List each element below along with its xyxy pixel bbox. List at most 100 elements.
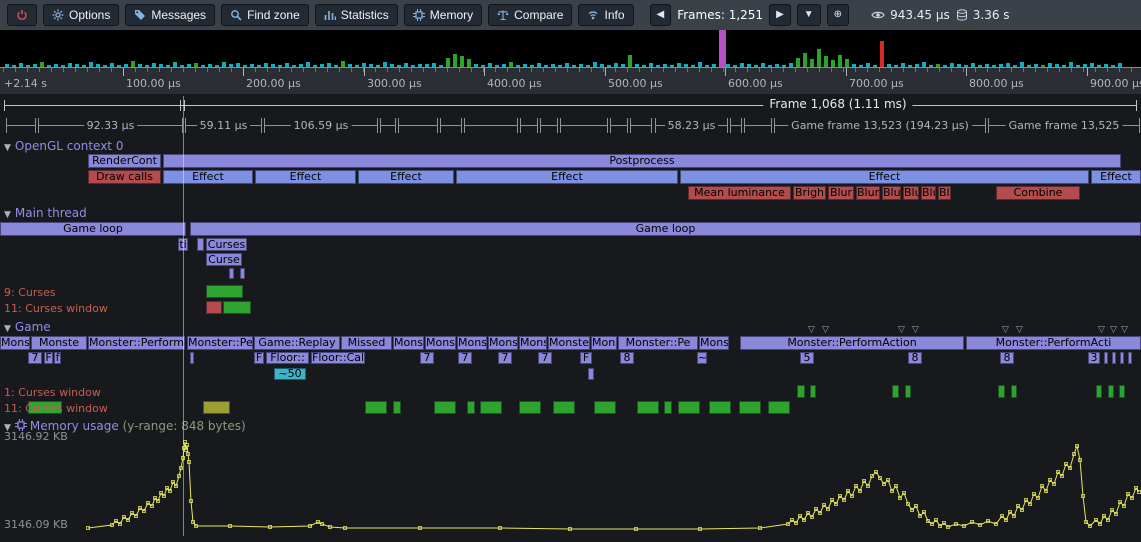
frame-time-histogram[interactable]: [0, 30, 1141, 68]
zone-bar[interactable]: 8: [620, 352, 634, 364]
subframe-segment[interactable]: 59.11 µs: [185, 118, 262, 133]
subframe-segment[interactable]: [398, 118, 438, 133]
zone-bar[interactable]: Monster::PerformA: [88, 336, 185, 350]
subframe-segment[interactable]: [540, 118, 558, 133]
toolbar-button-messages[interactable]: Messages: [125, 4, 215, 26]
zone-bar[interactable]: Curse: [206, 253, 242, 266]
subframe-segment[interactable]: [380, 118, 396, 133]
zone-bar[interactable]: Monst: [519, 336, 547, 350]
zone-bar[interactable]: 7: [28, 352, 42, 364]
zone-bar[interactable]: Monster::Pe: [187, 336, 253, 350]
zone-bar[interactable]: Blur: [882, 186, 901, 200]
zone-bar[interactable]: Mons: [699, 336, 729, 350]
subframe-segment[interactable]: [520, 118, 538, 133]
zone-bar[interactable]: Missed: [341, 336, 392, 350]
toolbar-button-focus-frame[interactable]: ⊕: [827, 4, 849, 26]
zone-bar[interactable]: Mons: [591, 336, 617, 350]
zone-bar[interactable]: [393, 401, 401, 414]
zone-bar[interactable]: Monste: [548, 336, 590, 350]
zone-bar[interactable]: Effect: [1091, 170, 1141, 184]
zone-bar[interactable]: [709, 401, 731, 414]
zone-bar[interactable]: [892, 385, 899, 398]
zone-bar[interactable]: [998, 385, 1005, 398]
zone-bar[interactable]: [594, 401, 616, 414]
zone-bar[interactable]: [553, 401, 575, 414]
zone-bar[interactable]: 8: [908, 352, 922, 364]
zone-bar[interactable]: [206, 285, 243, 298]
subframe-segment[interactable]: [6, 118, 36, 133]
zone-bar[interactable]: F: [44, 352, 53, 364]
zone-bar[interactable]: Monste: [31, 336, 87, 350]
subframe-segment[interactable]: 92.33 µs: [38, 118, 183, 133]
zone-bar[interactable]: [768, 401, 790, 414]
zone-bar[interactable]: Blur: [938, 186, 951, 200]
zone-bar[interactable]: 7: [538, 352, 552, 364]
zone-bar[interactable]: [365, 401, 387, 414]
zone-bar[interactable]: [1112, 352, 1116, 364]
zone-bar[interactable]: 7: [420, 352, 434, 364]
zone-bar[interactable]: Effect: [255, 170, 356, 184]
zone-bar[interactable]: [637, 401, 659, 414]
zone-bar[interactable]: Blur: [828, 186, 854, 200]
memory-usage-plot[interactable]: [0, 436, 1141, 536]
zone-bar[interactable]: Blur: [921, 186, 936, 200]
frame-band[interactable]: Frame 1,068 (1.11 ms): [0, 97, 1141, 114]
subframe-segment[interactable]: [610, 118, 628, 133]
subframe-segment[interactable]: [730, 118, 742, 133]
zone-bar[interactable]: [519, 401, 541, 414]
zone-bar[interactable]: Monster::PerformAction: [740, 336, 964, 350]
zone-bar[interactable]: [480, 401, 502, 414]
zone-bar[interactable]: RenderCont: [88, 154, 161, 168]
zone-bar[interactable]: Draw calls: [88, 170, 161, 184]
zone-bar[interactable]: [434, 401, 456, 414]
zone-bar[interactable]: ~: [697, 352, 707, 364]
zone-bar[interactable]: F: [254, 352, 264, 364]
zone-bar[interactable]: [203, 401, 230, 414]
toolbar-button-statistics[interactable]: Statistics: [315, 4, 398, 26]
toolbar-button-find-zone[interactable]: Find zone: [221, 4, 309, 26]
zone-bar[interactable]: Blur: [903, 186, 919, 200]
section-header-opengl-context-0[interactable]: ▼OpenGL context 0: [4, 139, 123, 153]
toolbar-button-info[interactable]: Info: [578, 4, 633, 26]
zone-bar[interactable]: [206, 301, 222, 314]
toolbar-button-frame-list-dropdown[interactable]: ▼: [797, 4, 821, 26]
toolbar-button-options[interactable]: Options: [43, 4, 119, 26]
zone-bar[interactable]: f: [54, 352, 61, 364]
subframe-segment[interactable]: 58.23 µs: [655, 118, 728, 133]
zone-bar[interactable]: Effect: [358, 170, 454, 184]
zone-bar[interactable]: 5: [800, 352, 814, 364]
subframe-segment[interactable]: [560, 118, 608, 133]
zone-bar[interactable]: Monst: [425, 336, 456, 350]
toolbar-button-memory[interactable]: Memory: [404, 4, 482, 26]
zone-bar[interactable]: Monst: [457, 336, 487, 350]
zone-bar[interactable]: Monst: [488, 336, 518, 350]
zone-bar[interactable]: [240, 268, 245, 279]
zone-bar[interactable]: [678, 401, 700, 414]
zone-bar[interactable]: Game::Replay: [254, 336, 340, 350]
zone-bar[interactable]: 8: [1000, 352, 1014, 364]
zone-bar[interactable]: Floor::Calc: [311, 352, 365, 364]
subframe-segment[interactable]: [744, 118, 772, 133]
zone-bar[interactable]: 7: [458, 352, 472, 364]
zone-bar[interactable]: Monst: [393, 336, 424, 350]
subframe-segment[interactable]: 106.59 µs: [264, 118, 378, 133]
zone-bar[interactable]: Monster::Pe: [618, 336, 698, 350]
subframe-segment[interactable]: [440, 118, 462, 133]
zone-bar[interactable]: [467, 401, 475, 414]
zone-bar[interactable]: [1104, 352, 1108, 364]
toolbar-button-power[interactable]: [7, 4, 37, 26]
zone-bar[interactable]: [1120, 352, 1124, 364]
subframe-segment[interactable]: [464, 118, 518, 133]
zone-bar[interactable]: [588, 368, 594, 380]
zone-bar[interactable]: 3: [1088, 352, 1100, 364]
zone-bar[interactable]: [797, 385, 805, 398]
zone-bar[interactable]: [190, 352, 194, 364]
subframe-segment[interactable]: [630, 118, 652, 133]
section-header-game[interactable]: ▼Game: [4, 320, 51, 334]
zone-bar[interactable]: Monster::PerformActi: [966, 336, 1141, 350]
toolbar-button-next-frame[interactable]: ▶: [769, 4, 791, 26]
zone-bar[interactable]: Monste: [0, 336, 30, 350]
subframe-segment[interactable]: Game frame 13,525: [988, 118, 1140, 133]
zone-bar[interactable]: [1096, 385, 1102, 398]
zone-bar[interactable]: Effect: [680, 170, 1089, 184]
